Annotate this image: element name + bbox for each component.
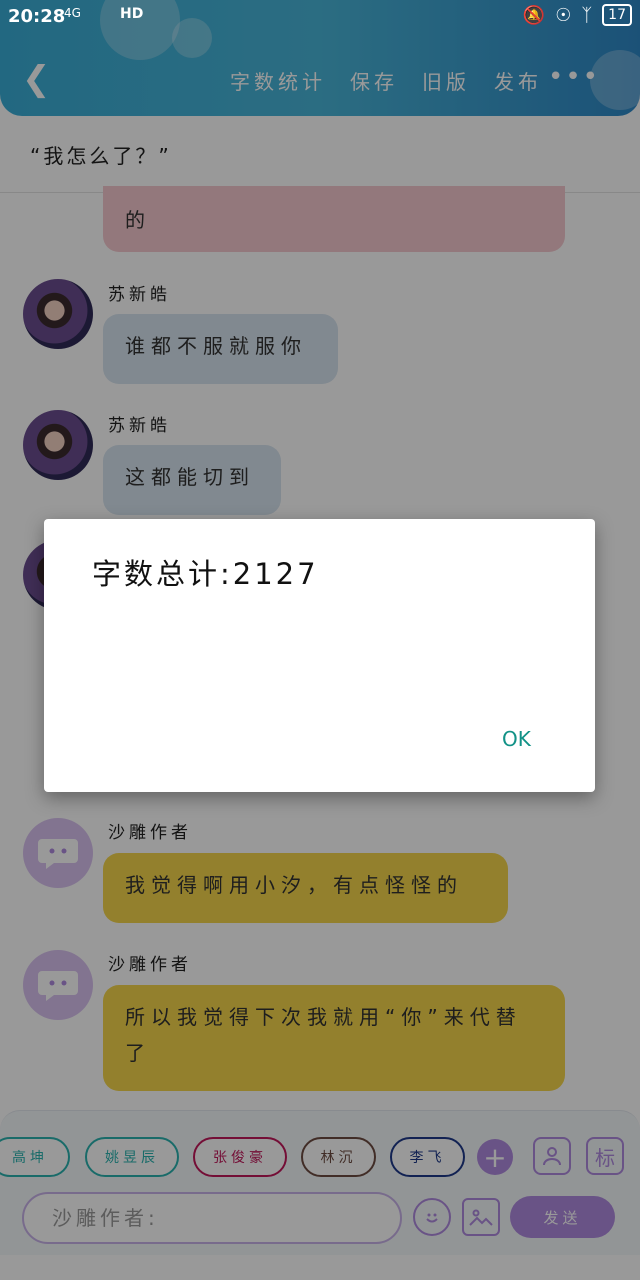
status-time: 20:28 (8, 6, 66, 27)
lock-icon: ☉ (555, 4, 572, 26)
word-count-dialog: 字数总计:2127 OK (44, 519, 595, 792)
battery-level: 17 (608, 7, 626, 23)
dialog-message: 字数总计:2127 (92, 557, 319, 591)
network-hd: HD (120, 6, 144, 22)
battery-icon: 17 (602, 4, 632, 26)
bell-off-icon: 🔕 (522, 4, 546, 26)
bluetooth-icon: ᛉ (581, 4, 593, 26)
signal-indicator: 4G (64, 6, 81, 20)
ok-button[interactable]: OK (502, 727, 531, 751)
status-bar: 20:28 4G HD 🔕 ☉ ᛉ 17 (0, 0, 640, 34)
